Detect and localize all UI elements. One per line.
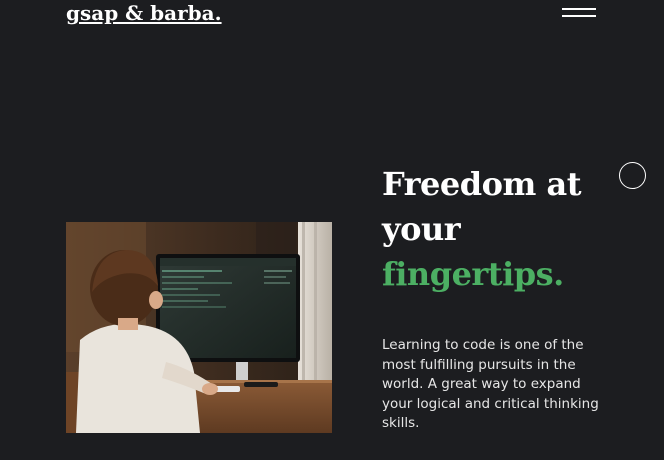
menu-line-top — [562, 8, 596, 10]
hero-image — [66, 222, 332, 433]
headline-line-1: Freedom at — [382, 165, 581, 203]
hero-headline: Freedom at your fingertips. — [382, 162, 612, 297]
menu-line-bottom — [562, 15, 596, 17]
hamburger-menu-icon[interactable] — [562, 5, 596, 21]
headline-line-2: your — [382, 210, 461, 248]
logo-link[interactable]: gsap & barba. — [66, 0, 222, 26]
headline-line-3-accent: fingertips. — [382, 255, 564, 293]
cursor-circle-icon — [619, 162, 646, 189]
hero-body-text: Learning to code is one of the most fulf… — [382, 337, 599, 431]
